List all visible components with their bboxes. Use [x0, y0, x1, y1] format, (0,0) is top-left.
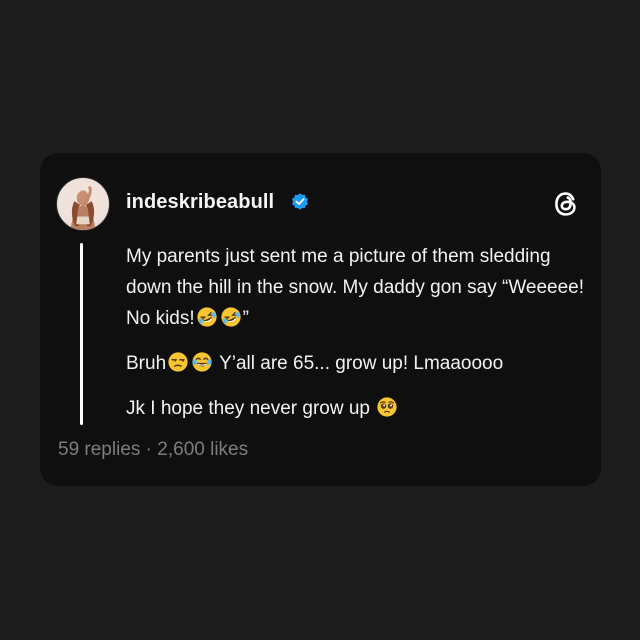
post-text-segment: Jk I hope they never grow up: [126, 398, 376, 419]
likes-count[interactable]: 2,600 likes: [157, 439, 248, 460]
avatar[interactable]: [56, 177, 110, 231]
threads-post-card: indeskribeabull My parents just sent me …: [40, 153, 601, 486]
rolling-on-floor-laughing-icon: [197, 307, 217, 327]
rolling-on-floor-laughing-icon: [221, 307, 241, 327]
username[interactable]: indeskribeabull: [126, 191, 274, 214]
avatar-image: [70, 186, 96, 230]
post-paragraph-3: Jk I hope they never grow up: [126, 393, 586, 424]
pleading-face-icon: [377, 397, 397, 417]
thread-line: [80, 243, 83, 425]
post-body: My parents just sent me a picture of the…: [126, 241, 586, 438]
post-paragraph-1: My parents just sent me a picture of the…: [126, 241, 586, 334]
post-stats: 59 replies · 2,600 likes: [58, 439, 248, 461]
face-with-tears-of-joy-icon: [192, 352, 212, 372]
post-text-segment: Y’all are 65... grow up! Lmaaoooo: [214, 353, 504, 374]
threads-logo-icon[interactable]: [552, 190, 580, 218]
replies-count[interactable]: 59 replies: [58, 439, 140, 460]
stats-separator: ·: [140, 439, 158, 460]
unamused-face-icon: [168, 352, 188, 372]
post-text-segment: ”: [242, 308, 249, 329]
post-paragraph-2: Bruh Y’all are 65... grow up! Lmaaoooo: [126, 348, 586, 379]
post-text-segment: Bruh: [126, 353, 167, 374]
verified-badge-icon: [292, 193, 308, 210]
